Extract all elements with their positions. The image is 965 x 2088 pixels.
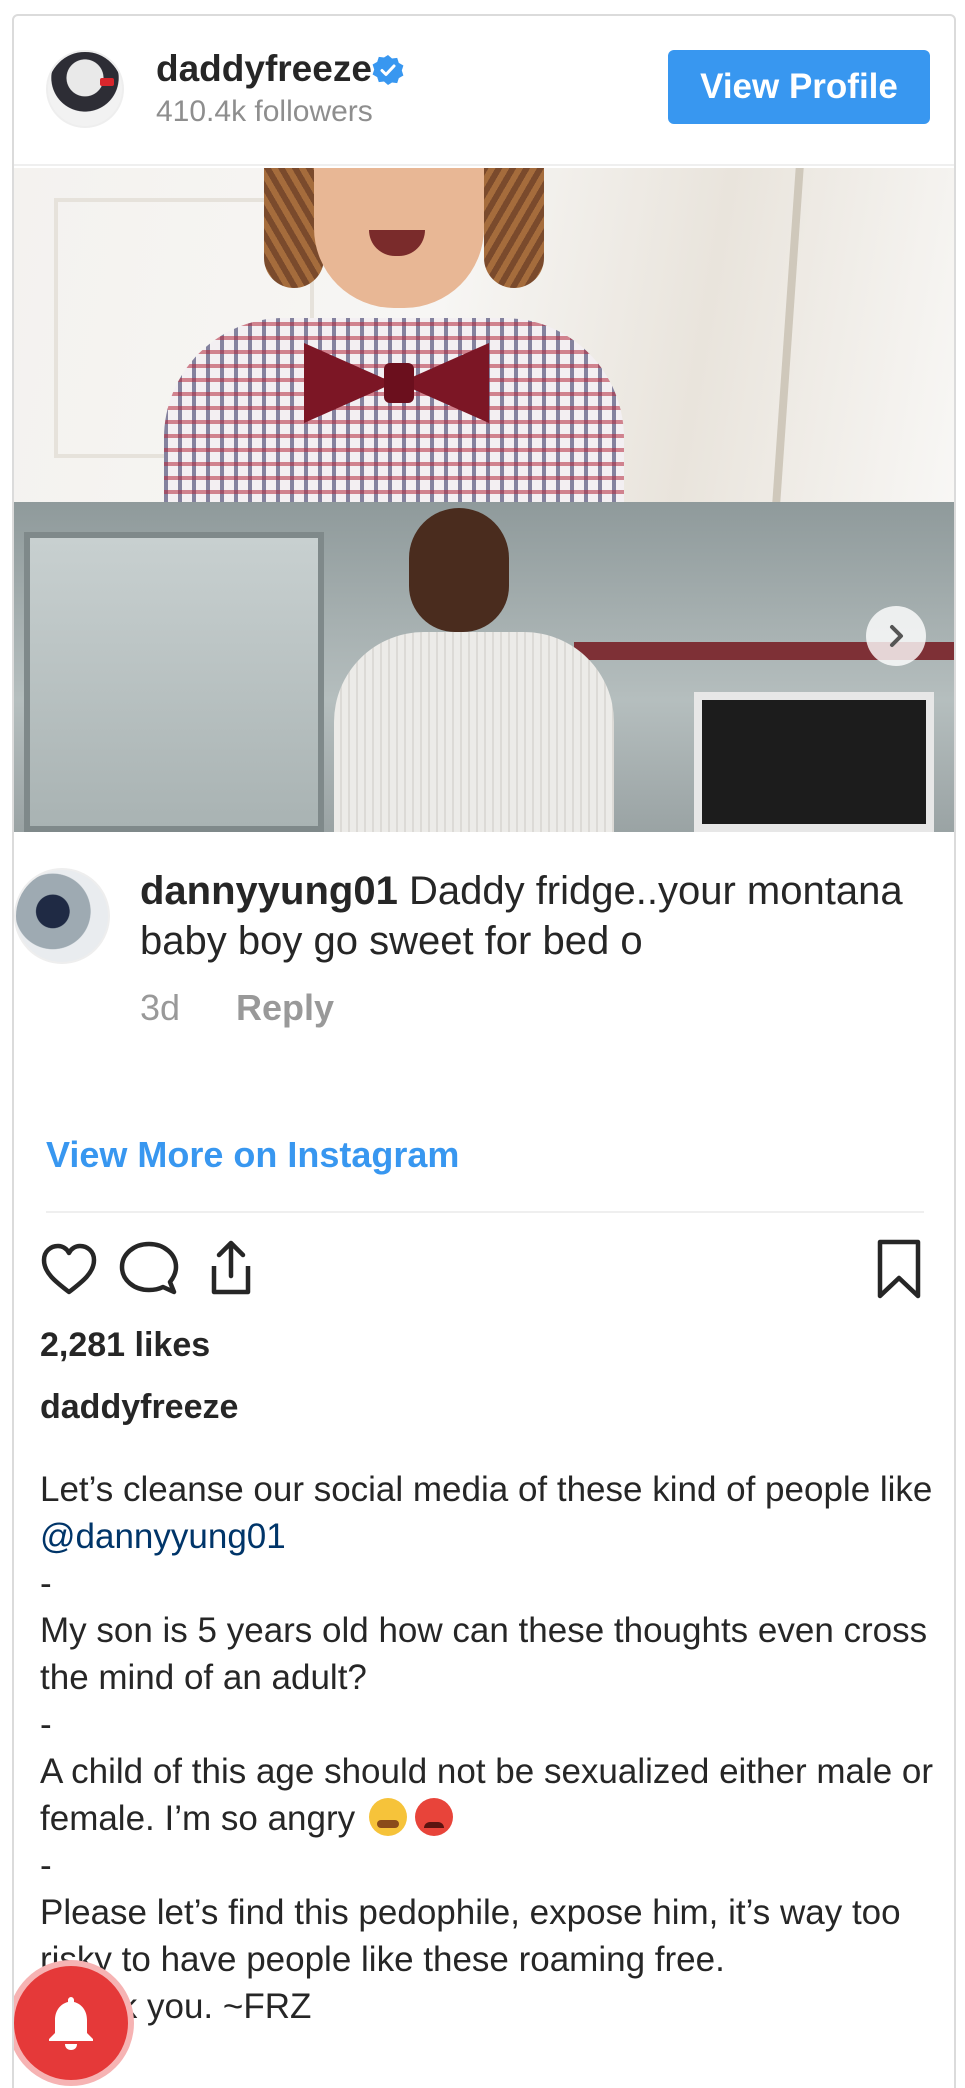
caption-line: Please let’s find this pedophile, expose… bbox=[40, 1893, 901, 1979]
caption-separator: - bbox=[40, 1564, 52, 1603]
photo-bowtie-left bbox=[304, 343, 394, 423]
profile-avatar[interactable] bbox=[46, 50, 124, 128]
heart-icon[interactable] bbox=[36, 1236, 102, 1302]
caption-line: A child of this age should not be sexual… bbox=[40, 1752, 934, 1838]
commenter-username[interactable]: dannyyung01 bbox=[140, 869, 398, 913]
caption-username[interactable]: daddyfreeze bbox=[40, 1388, 238, 1427]
caption-separator: - bbox=[40, 1705, 52, 1744]
commenter-avatar[interactable] bbox=[14, 868, 110, 964]
caption-line: Let’s cleanse our social media of these … bbox=[40, 1470, 933, 1556]
post-header: daddyfreeze 410.4k followers View Profil… bbox=[14, 16, 954, 166]
view-more-on-instagram-link[interactable]: View More on Instagram bbox=[46, 1134, 459, 1176]
reply-button[interactable]: Reply bbox=[236, 987, 334, 1029]
bell-icon bbox=[49, 1997, 93, 2050]
caption-separator: - bbox=[40, 1846, 52, 1885]
view-profile-button[interactable]: View Profile bbox=[668, 50, 930, 124]
post-caption: Let’s cleanse our social media of these … bbox=[40, 1466, 940, 2030]
photo-background-frame bbox=[772, 168, 804, 502]
carousel-next-button[interactable] bbox=[866, 606, 926, 666]
photo-bowtie-knot bbox=[384, 363, 414, 403]
photo-checked-shirt bbox=[164, 318, 624, 502]
notification-button[interactable] bbox=[14, 1960, 134, 2086]
post-media-carousel[interactable] bbox=[14, 168, 954, 832]
photo-child-bowtie bbox=[14, 168, 954, 502]
follower-count: 410.4k followers bbox=[156, 95, 373, 128]
comment-bubble-icon[interactable] bbox=[116, 1236, 182, 1302]
like-count[interactable]: 2,281 likes bbox=[40, 1326, 210, 1365]
photo-background-window bbox=[24, 532, 324, 832]
face-with-steam-emoji-icon bbox=[368, 1798, 407, 1836]
photo-hair-right bbox=[484, 168, 544, 288]
chevron-right-icon bbox=[890, 625, 903, 647]
caption-line: My son is 5 years old how can these thou… bbox=[40, 1611, 928, 1697]
photo-background-screen bbox=[694, 692, 934, 832]
photo-man-body bbox=[334, 632, 614, 832]
comment-body: dannyyung01 Daddy fridge..your montana b… bbox=[140, 866, 940, 966]
bookmark-icon[interactable] bbox=[866, 1236, 932, 1302]
photo-man-white-shirt bbox=[14, 502, 954, 832]
avatar-detail bbox=[100, 78, 114, 86]
instagram-embed-card: daddyfreeze 410.4k followers View Profil… bbox=[12, 14, 956, 2088]
photo-man-head bbox=[409, 508, 509, 632]
profile-username[interactable]: daddyfreeze bbox=[156, 48, 372, 90]
caption-line: Thank you. ~FRZ bbox=[40, 1987, 312, 2026]
comment-timestamp: 3d bbox=[140, 987, 181, 1028]
mention-link[interactable]: @dannyyung01 bbox=[40, 1517, 286, 1556]
verified-badge-icon bbox=[372, 55, 404, 85]
share-icon[interactable] bbox=[198, 1236, 264, 1302]
angry-face-emoji-icon bbox=[414, 1798, 453, 1836]
divider bbox=[46, 1211, 924, 1213]
